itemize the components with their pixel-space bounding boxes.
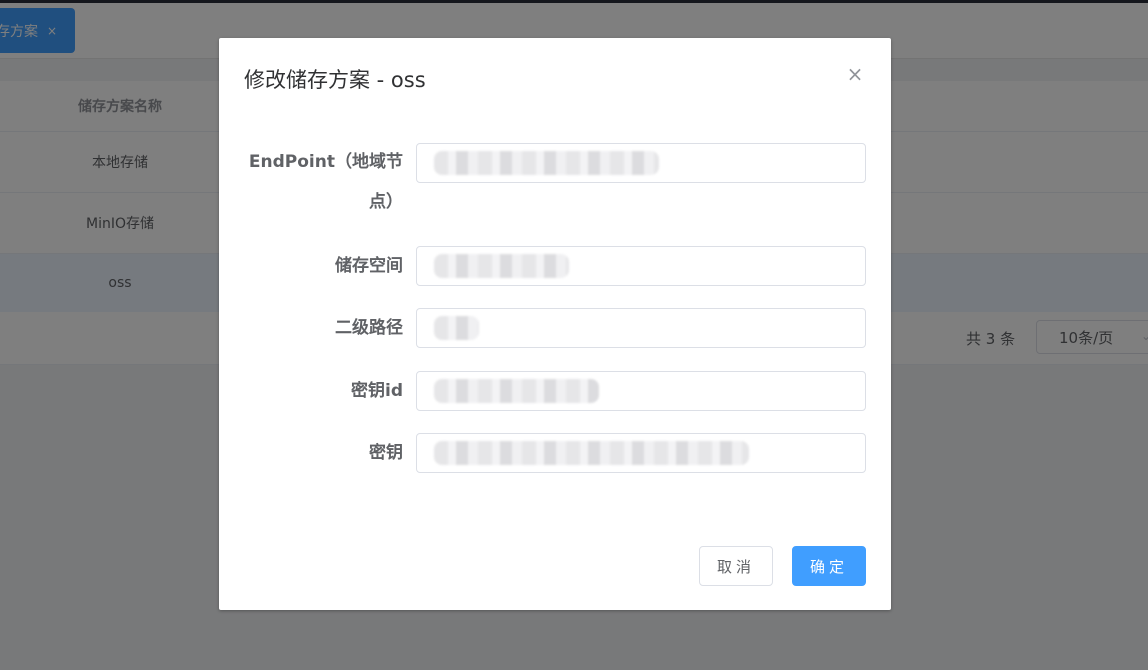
endpoint-label-line2: 点） [369,192,403,212]
redacted-value [434,316,479,340]
access-key-id-label: 密钥id [351,381,403,401]
sub-path-input[interactable] [416,308,866,348]
endpoint-label: EndPoint（地域节 点） [239,142,403,222]
confirm-button[interactable]: 确定 [792,546,866,586]
close-icon[interactable]: × [843,62,867,86]
redacted-value [434,254,569,278]
redacted-value [434,379,599,403]
dialog-title: 修改储存方案 - oss [244,68,426,92]
sub-path-label: 二级路径 [335,318,403,338]
secret-key-label: 密钥 [369,443,403,463]
redacted-value [434,151,659,175]
bucket-label: 储存空间 [335,256,403,276]
edit-storage-dialog: 修改储存方案 - oss × EndPoint（地域节 点） 储存空间 二级路径… [219,38,891,610]
cancel-button[interactable]: 取消 [699,546,773,586]
redacted-value [434,441,749,465]
endpoint-label-line1: EndPoint（地域节 [248,152,403,172]
